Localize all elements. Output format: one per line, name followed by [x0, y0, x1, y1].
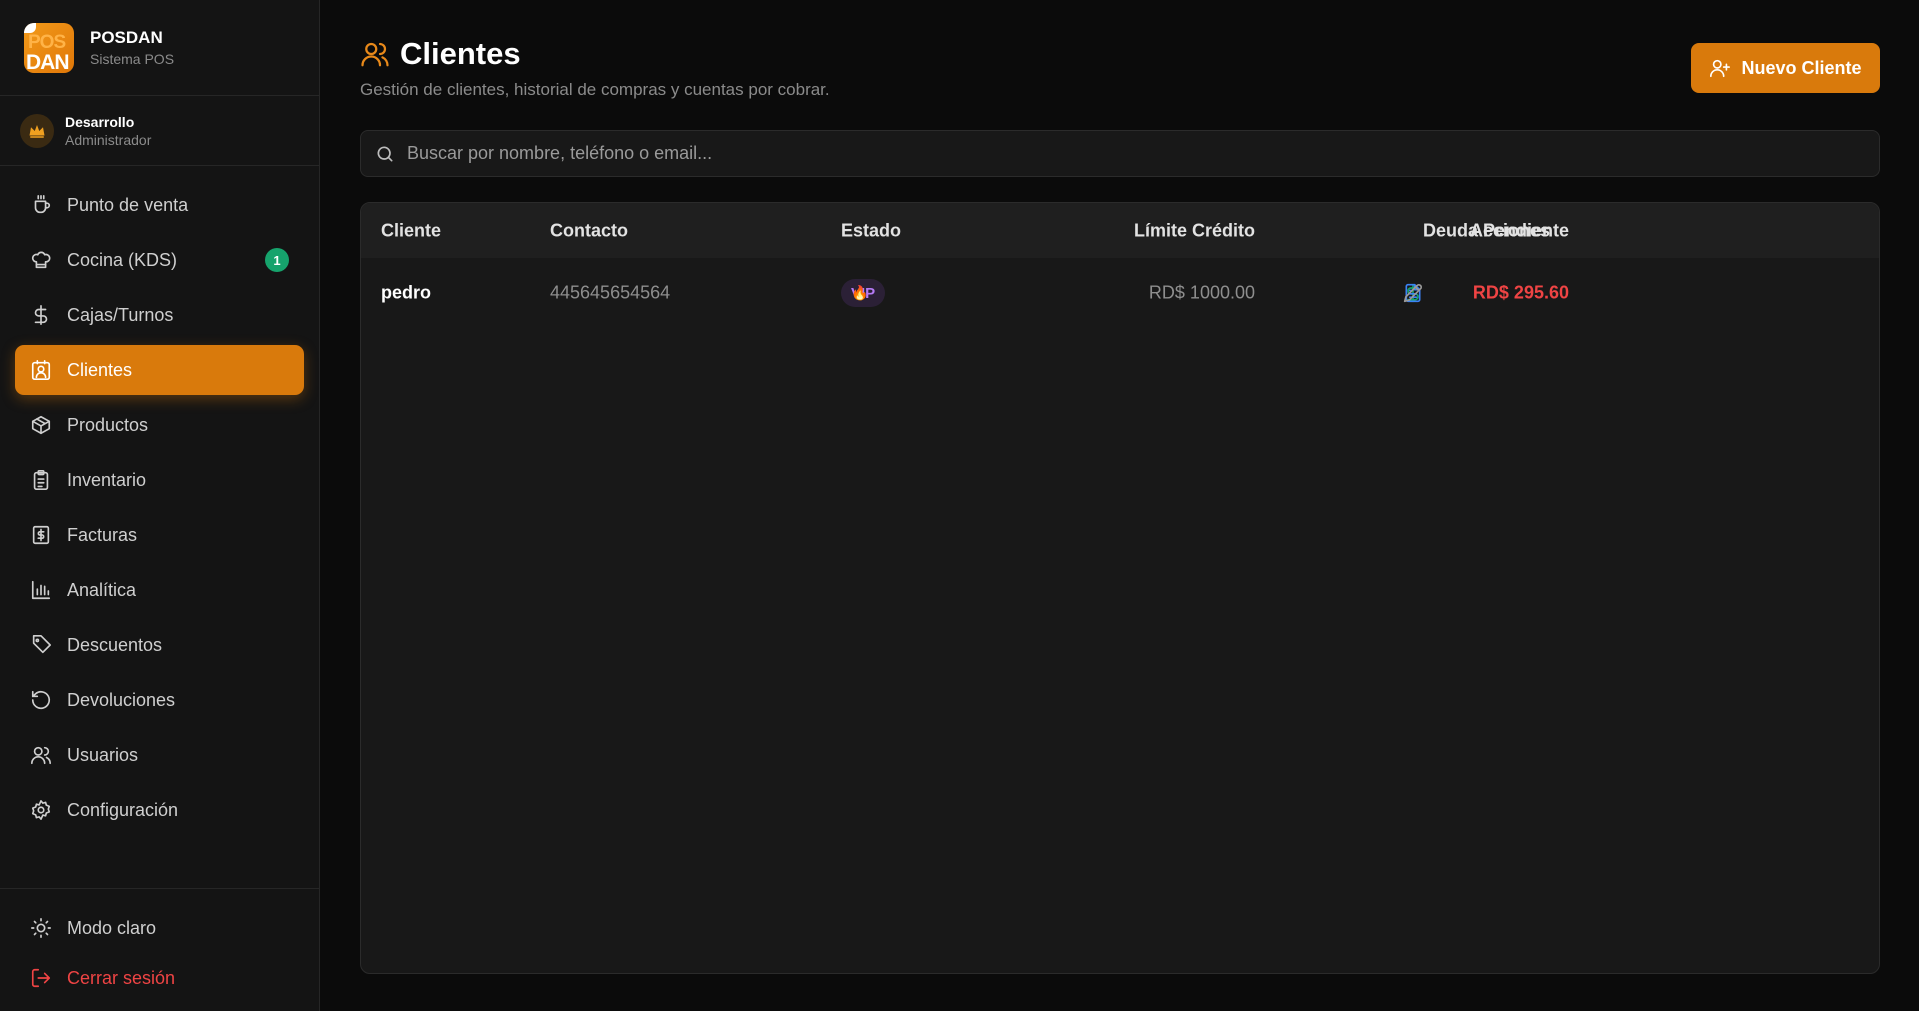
sidebar-item-label: Cajas/Turnos	[67, 304, 174, 325]
column-header-acciones: Acciones	[1470, 220, 1551, 240]
clipboard-icon	[29, 468, 53, 492]
sidebar-item-inventario[interactable]: Inventario	[15, 455, 304, 505]
users-icon	[360, 39, 390, 69]
table-header: Cliente Contacto Estado Límite Crédito D…	[361, 203, 1879, 258]
gear-icon	[29, 798, 53, 822]
bar-chart-icon	[29, 578, 53, 602]
sidebar-item-productos[interactable]: Productos	[15, 400, 304, 450]
brand-subtitle: Sistema POS	[90, 51, 175, 67]
logout-label: Cerrar sesión	[67, 967, 176, 988]
dollar-icon	[29, 303, 53, 327]
contact-card-icon	[29, 358, 53, 382]
sidebar: POS DAN POSDAN Sistema POS Desarrollo Ad…	[0, 0, 320, 1011]
sidebar-item-descuentos[interactable]: Descuentos	[15, 620, 304, 670]
tag-icon	[29, 633, 53, 657]
sidebar-item-label: Productos	[67, 414, 149, 435]
sidebar-item-label: Analítica	[67, 579, 137, 600]
client-status: 🔥 VIP	[841, 279, 886, 307]
column-header-contacto: Contacto	[550, 220, 628, 240]
sidebar-item-usuarios[interactable]: Usuarios	[15, 730, 304, 780]
kds-count-badge: 1	[265, 248, 289, 272]
sidebar-item-label: Configuración	[67, 799, 179, 820]
sidebar-item-facturas[interactable]: Facturas	[15, 510, 304, 560]
column-header-cliente: Cliente	[381, 220, 442, 240]
user-plus-icon	[1709, 57, 1731, 79]
sidebar-item-label: Cocina (KDS)	[67, 249, 178, 270]
sidebar-item-label: Punto de venta	[67, 194, 189, 215]
sidebar-item-devoluciones[interactable]: Devoluciones	[15, 675, 304, 725]
logout-button[interactable]: Cerrar sesión	[15, 953, 304, 1003]
new-client-label: Nuevo Cliente	[1741, 57, 1862, 78]
theme-toggle-label: Modo claro	[67, 917, 157, 938]
search-input[interactable]	[407, 143, 1807, 164]
column-header-limite-credito: Límite Crédito	[1133, 220, 1255, 240]
vip-badge: 🔥 VIP	[841, 279, 886, 307]
page-subtitle: Gestión de clientes, historial de compra…	[360, 80, 830, 99]
user-name: Desarrollo	[65, 113, 135, 130]
client-contact: 445645654564	[550, 282, 671, 303]
client-credit-limit: RD$ 1000.00	[1148, 282, 1255, 303]
sidebar-item-label: Facturas	[67, 524, 138, 545]
table-row: pedro 445645654564 🔥 VIP RD$ 1000.00 RD$…	[361, 258, 1879, 328]
search-icon	[375, 144, 395, 164]
chef-hat-icon	[29, 248, 53, 272]
package-icon	[29, 413, 53, 437]
users-icon	[29, 743, 53, 767]
brand: POS DAN POSDAN Sistema POS	[0, 0, 319, 96]
new-client-button[interactable]: Nuevo Cliente	[1691, 43, 1880, 93]
page-title: Clientes	[400, 36, 521, 71]
receipt-icon	[29, 523, 53, 547]
sidebar-item-clientes[interactable]: Clientes	[15, 345, 304, 395]
sun-icon	[29, 916, 53, 940]
search-bar	[360, 130, 1880, 177]
page-header: Clientes Gestión de clientes, historial …	[360, 36, 1880, 106]
brand-name: POSDAN	[90, 28, 163, 47]
rotate-ccw-icon	[29, 688, 53, 712]
edit-pencil-icon[interactable]	[1401, 281, 1425, 305]
sidebar-item-label: Clientes	[67, 359, 133, 380]
user-info: Desarrollo Administrador	[0, 96, 319, 166]
sidebar-item-label: Devoluciones	[67, 689, 176, 710]
column-header-estado: Estado	[841, 220, 902, 240]
sidebar-footer: Modo claro Cerrar sesión	[0, 888, 319, 1003]
sidebar-item-label: Descuentos	[67, 634, 163, 655]
sidebar-item-punto-de-venta[interactable]: Punto de venta	[15, 180, 304, 230]
flame-icon: 🔥	[851, 284, 869, 301]
sidebar-item-analitica[interactable]: Analítica	[15, 565, 304, 615]
coffee-cup-icon	[29, 193, 53, 217]
posdan-logo: POS DAN	[24, 22, 74, 73]
sidebar-item-cajas-turnos[interactable]: Cajas/Turnos	[15, 290, 304, 340]
logout-icon	[29, 966, 53, 990]
sidebar-item-label: Inventario	[67, 469, 147, 490]
main-nav: Punto de venta Cocina (KDS) 1 Cajas/Turn…	[15, 180, 304, 840]
sidebar-item-configuracion[interactable]: Configuración	[15, 785, 304, 835]
client-pending-debt: RD$ 295.60	[1472, 282, 1569, 303]
crown-icon	[20, 113, 54, 148]
sidebar-item-cocina[interactable]: Cocina (KDS) 1	[15, 235, 304, 285]
sidebar-item-label: Usuarios	[67, 744, 139, 765]
user-role: Administrador	[65, 131, 152, 148]
client-name: pedro	[381, 282, 432, 303]
theme-toggle-button[interactable]: Modo claro	[15, 903, 304, 953]
clients-table: Cliente Contacto Estado Límite Crédito D…	[360, 202, 1880, 974]
